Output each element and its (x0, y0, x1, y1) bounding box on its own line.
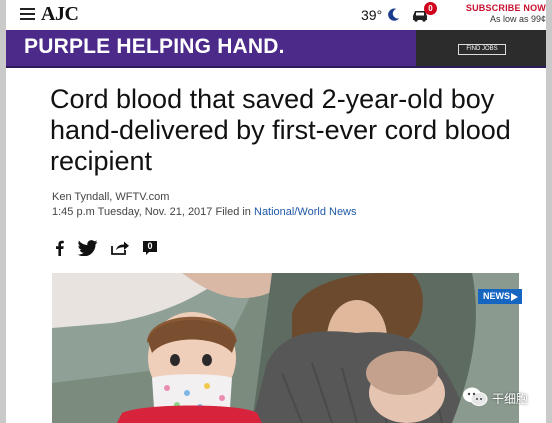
article-author: Ken Tyndall, WFTV.com (52, 191, 170, 203)
article-headline: Cord blood that saved 2-year-old boy han… (50, 84, 511, 176)
share-icon[interactable] (110, 240, 130, 256)
hamburger-menu-icon[interactable] (20, 8, 35, 20)
temperature-readout[interactable]: 39° (361, 7, 382, 23)
facebook-icon[interactable] (54, 240, 65, 256)
chat-bubbles-icon (463, 387, 488, 406)
article-dateline: 1:45 p.m Tuesday, Nov. 21, 2017 Filed in… (52, 206, 357, 218)
photo-illustration (52, 273, 519, 423)
window-frame-right (546, 0, 552, 423)
article-photo[interactable] (52, 273, 519, 423)
arrow-right-icon (511, 293, 518, 301)
twitter-icon[interactable] (78, 240, 98, 256)
news-tag-label: NEWS (483, 291, 510, 301)
dateline-text: 1:45 p.m Tuesday, Nov. 21, 2017 Filed in (52, 206, 254, 218)
top-nav: AJC 39° 0 SUBSCRIBE NOW As low as 99¢ (6, 0, 546, 30)
subscribe-label: SUBSCRIBE NOW (465, 3, 546, 13)
notification-badge: 0 (424, 2, 437, 15)
moon-icon (388, 8, 400, 21)
ad-banner[interactable]: PURPLE HELPING HAND. FIND JOBS (6, 30, 546, 66)
subscribe-price: As low as 99¢ (489, 14, 546, 24)
news-tag[interactable]: NEWS (478, 289, 522, 304)
site-logo[interactable]: AJC (41, 3, 79, 26)
comment-count: 0 (147, 241, 153, 251)
watermark-text: 干细胞 (492, 392, 529, 406)
banner-headline: PURPLE HELPING HAND. (24, 35, 285, 58)
section-link[interactable]: National/World News (254, 206, 357, 218)
banner-divider (6, 66, 546, 68)
find-jobs-button[interactable]: FIND JOBS (458, 44, 506, 55)
subscribe-link[interactable]: SUBSCRIBE NOW As low as 99¢ (456, 3, 546, 24)
